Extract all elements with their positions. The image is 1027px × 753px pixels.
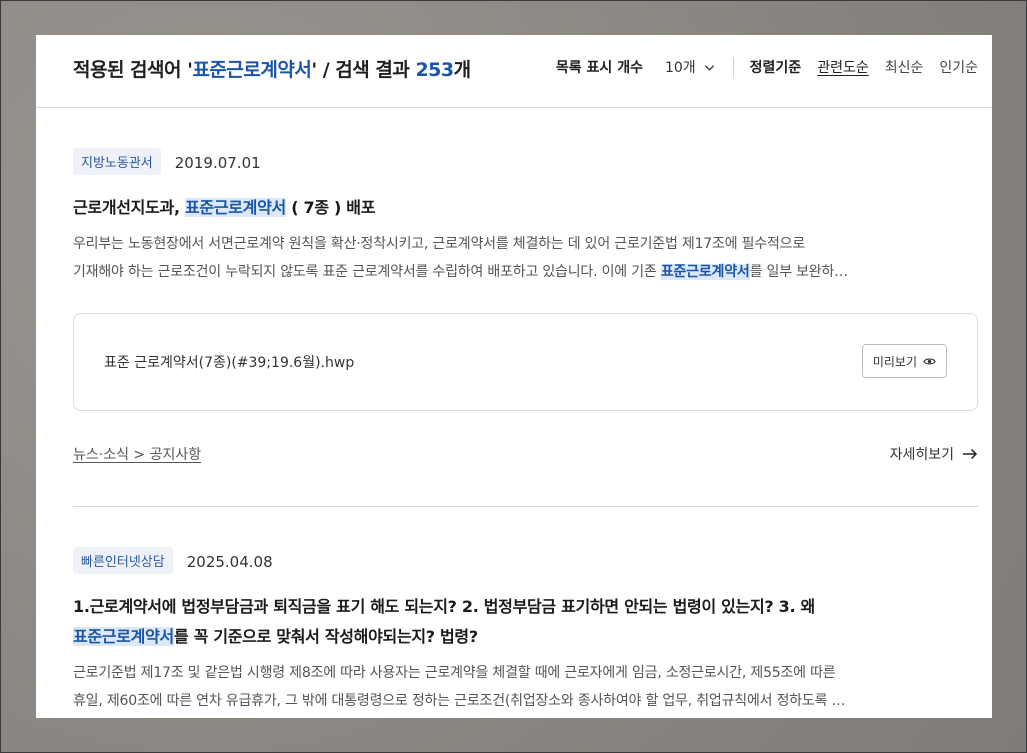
description-text: 를 일부 보완하…: [749, 264, 849, 280]
sort-option-latest[interactable]: 최신순: [885, 57, 924, 77]
more-label: 자세히보기: [889, 447, 954, 463]
search-query: 표준근로계약서: [192, 59, 312, 81]
description-line: 우리부는 노동현장에서 서면근로계약 원칙을 확산·정착시키고, 근로계약서를 …: [73, 236, 806, 252]
summary-middle: ' / 검색 결과: [311, 59, 416, 81]
eye-icon: [923, 358, 936, 364]
result-divider: [73, 506, 978, 507]
list-controls: 목록 표시 개수 10개 정렬기준 관련도순 최신순 인기순: [556, 57, 978, 77]
result-meta: 지방노동관서 2019.07.01: [73, 148, 978, 175]
title-line: 표준근로계약서를 꼭 기준으로 맞춰서 작성해야되는지? 법령?: [73, 622, 978, 652]
title-highlight: 표준근로계약서: [73, 627, 174, 646]
preview-button[interactable]: 미리보기: [861, 344, 947, 378]
attachment-box: 표준 근로계약서(7종)(#39;19.6월).hwp 미리보기: [73, 313, 978, 411]
title-text: 를 꼭 기준으로 맞춰서 작성해야되는지? 법령?: [173, 627, 478, 646]
result-title[interactable]: 근로개선지도과, 표준근로계약서 ( 7종 ) 배포: [73, 193, 978, 223]
category-badge: 빠른인터넷상담: [73, 547, 173, 574]
title-text: 근로개선지도과,: [73, 198, 185, 217]
result-date: 2025.04.08: [186, 552, 273, 571]
list-count-select[interactable]: 10개: [665, 57, 715, 77]
chevron-down-icon: [704, 64, 714, 71]
result-count: 253: [415, 59, 454, 81]
list-count-value: 10개: [664, 60, 696, 76]
description-highlight: 표준근로계약서: [660, 264, 750, 280]
result-description: 우리부는 노동현장에서 서면근로계약 원칙을 확산·정착시키고, 근로계약서를 …: [73, 230, 978, 286]
attachment-filename[interactable]: 표준 근로계약서(7종)(#39;19.6월).hwp: [104, 352, 354, 372]
count-suffix: 개: [453, 59, 471, 81]
description-line: 기재해야 하는 근로조건이 누락되지 않도록 표준 근로계약서를 수립하여 배포…: [73, 258, 978, 286]
arrow-right-icon: [963, 448, 978, 460]
description-line: 휴일, 제60조에 따른 연차 유급휴가, 그 밖에 대통령령으로 정하는 근로…: [73, 693, 846, 709]
title-line: 1.근로계약서에 법정부담금과 퇴직금을 표기 해도 되는지? 2. 법정부담금…: [73, 597, 815, 616]
result-meta: 빠른인터넷상담 2025.04.08: [73, 547, 978, 574]
summary-prefix: 적용된 검색어 ': [73, 59, 193, 81]
search-summary: 적용된 검색어 '표준근로계약서' / 검색 결과 253개: [73, 55, 471, 82]
search-results-panel: 적용된 검색어 '표준근로계약서' / 검색 결과 253개 목록 표시 개수 …: [36, 35, 992, 718]
sort-option-popular[interactable]: 인기순: [939, 57, 978, 77]
title-text: ( 7종 ) 배포: [285, 198, 376, 217]
results-header: 적용된 검색어 '표준근로계약서' / 검색 결과 253개 목록 표시 개수 …: [36, 35, 992, 108]
result-title[interactable]: 1.근로계약서에 법정부담금과 퇴직금을 표기 해도 되는지? 2. 법정부담금…: [73, 592, 978, 652]
title-highlight: 표준근로계약서: [185, 198, 286, 217]
breadcrumb[interactable]: 뉴스·소식 > 공지사항: [73, 444, 201, 464]
more-link[interactable]: 자세히보기: [890, 444, 978, 464]
result-description: 근로기준법 제17조 및 같은법 시행령 제8조에 따라 사용자는 근로계약을 …: [73, 659, 978, 715]
sort-option-relevance[interactable]: 관련도순: [817, 57, 869, 77]
description-line: 근로기준법 제17조 및 같은법 시행령 제8조에 따라 사용자는 근로계약을 …: [73, 665, 836, 681]
header-divider: [732, 57, 734, 77]
preview-label: 미리보기: [872, 354, 917, 369]
result-date: 2019.07.01: [174, 153, 261, 172]
sort-label: 정렬기준: [749, 60, 802, 76]
list-count-label: 목록 표시 개수: [555, 60, 643, 76]
description-text: 기재해야 하는 근로조건이 누락되지 않도록 표준 근로계약서를 수립하여 배포…: [73, 264, 661, 280]
category-badge: 지방노동관서: [73, 148, 161, 175]
